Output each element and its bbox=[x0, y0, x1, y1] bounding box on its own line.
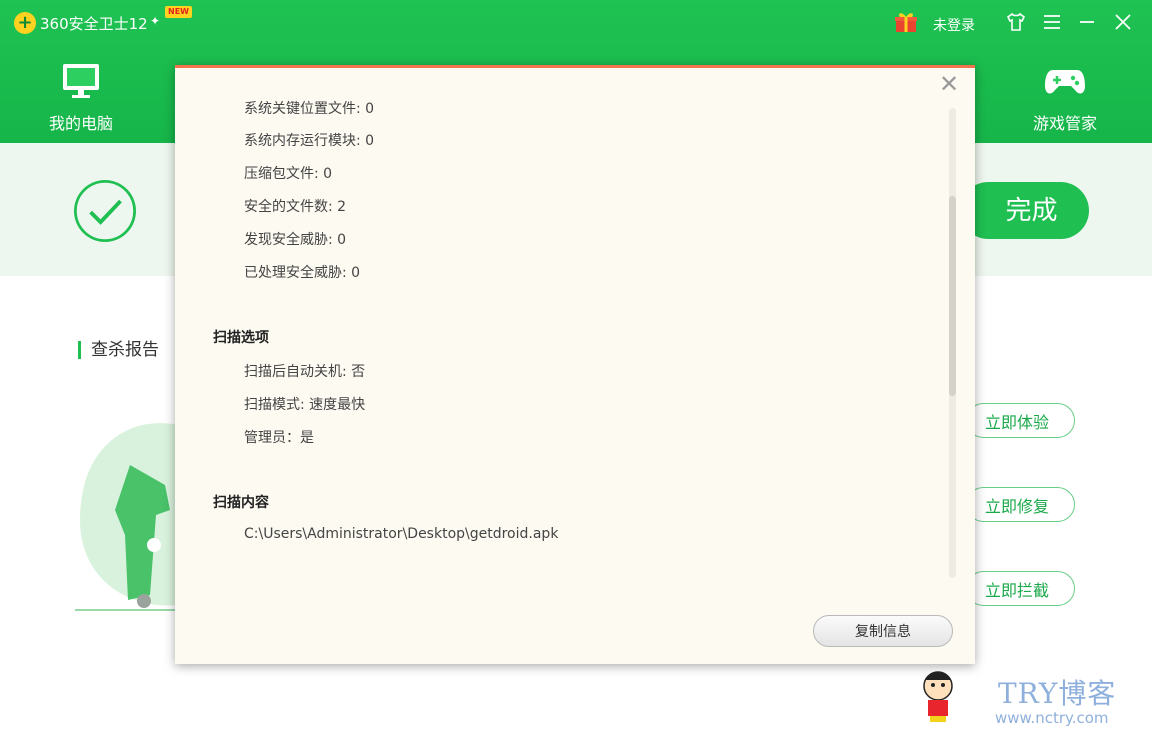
gift-icon[interactable] bbox=[894, 11, 918, 33]
dialog-content: 系统关键位置文件: 0 系统内存运行模块: 0 压缩包文件: 0 安全的文件数:… bbox=[175, 68, 945, 628]
stat-line: 已处理安全威胁: 0 bbox=[244, 265, 361, 281]
stat-line: 压缩包文件: 0 bbox=[244, 166, 333, 182]
option-line: 扫描后自动关机: 否 bbox=[244, 364, 366, 380]
watermark-title: TRY博客 bbox=[998, 677, 1117, 710]
report-title: 查杀报告 bbox=[78, 341, 159, 359]
feather-icon: ✦ bbox=[150, 14, 161, 28]
skin-shirt-icon[interactable] bbox=[1004, 10, 1028, 34]
check-circle-icon bbox=[74, 180, 136, 242]
watermark-cartoon-icon bbox=[923, 671, 953, 722]
scan-info-dialog: ✕ 系统关键位置文件: 0 系统内存运行模块: 0 压缩包文件: 0 安全的文件… bbox=[175, 65, 975, 664]
gamepad-icon bbox=[1045, 70, 1085, 94]
stat-line: 发现安全威胁: 0 bbox=[244, 232, 347, 248]
repair-now-button[interactable]: 立即修复 bbox=[966, 487, 1075, 522]
try-now-button[interactable]: 立即体验 bbox=[966, 403, 1075, 438]
app-title: 360安全卫士12 bbox=[40, 15, 148, 33]
options-section-title: 扫描选项 bbox=[213, 330, 269, 346]
nav-game-manager-label: 游戏管家 bbox=[1032, 114, 1097, 133]
nav-game-manager[interactable]: 游戏管家 bbox=[1015, 62, 1115, 134]
trojan-horse-illustration-icon bbox=[75, 423, 178, 611]
done-button[interactable]: 完成 bbox=[960, 182, 1089, 239]
app-logo-icon: + bbox=[14, 12, 36, 34]
new-badge: NEW bbox=[165, 6, 192, 18]
stat-line: 安全的文件数: 2 bbox=[244, 199, 347, 215]
watermark-url: www.nctry.com bbox=[995, 709, 1109, 727]
login-link[interactable]: 未登录 bbox=[933, 15, 975, 35]
stat-line: 系统关键位置文件: 0 bbox=[244, 101, 375, 117]
nav-my-pc-label: 我的电脑 bbox=[48, 114, 113, 133]
copy-info-button[interactable]: 复制信息 bbox=[813, 615, 953, 647]
scrollbar-thumb[interactable] bbox=[949, 196, 956, 396]
minimize-icon[interactable] bbox=[1075, 10, 1099, 34]
monitor-icon bbox=[63, 64, 99, 98]
nav-my-pc[interactable]: 我的电脑 bbox=[31, 62, 131, 134]
stat-line: 系统内存运行模块: 0 bbox=[244, 133, 375, 149]
scan-path: C:\Users\Administrator\Desktop\getdroid.… bbox=[244, 526, 559, 542]
option-line: 扫描模式: 速度最快 bbox=[244, 397, 366, 413]
content-section-title: 扫描内容 bbox=[213, 495, 269, 511]
close-window-icon[interactable] bbox=[1111, 10, 1135, 34]
block-now-button[interactable]: 立即拦截 bbox=[966, 571, 1075, 606]
option-line: 管理员：是 bbox=[244, 430, 314, 446]
menu-icon[interactable] bbox=[1040, 10, 1064, 34]
